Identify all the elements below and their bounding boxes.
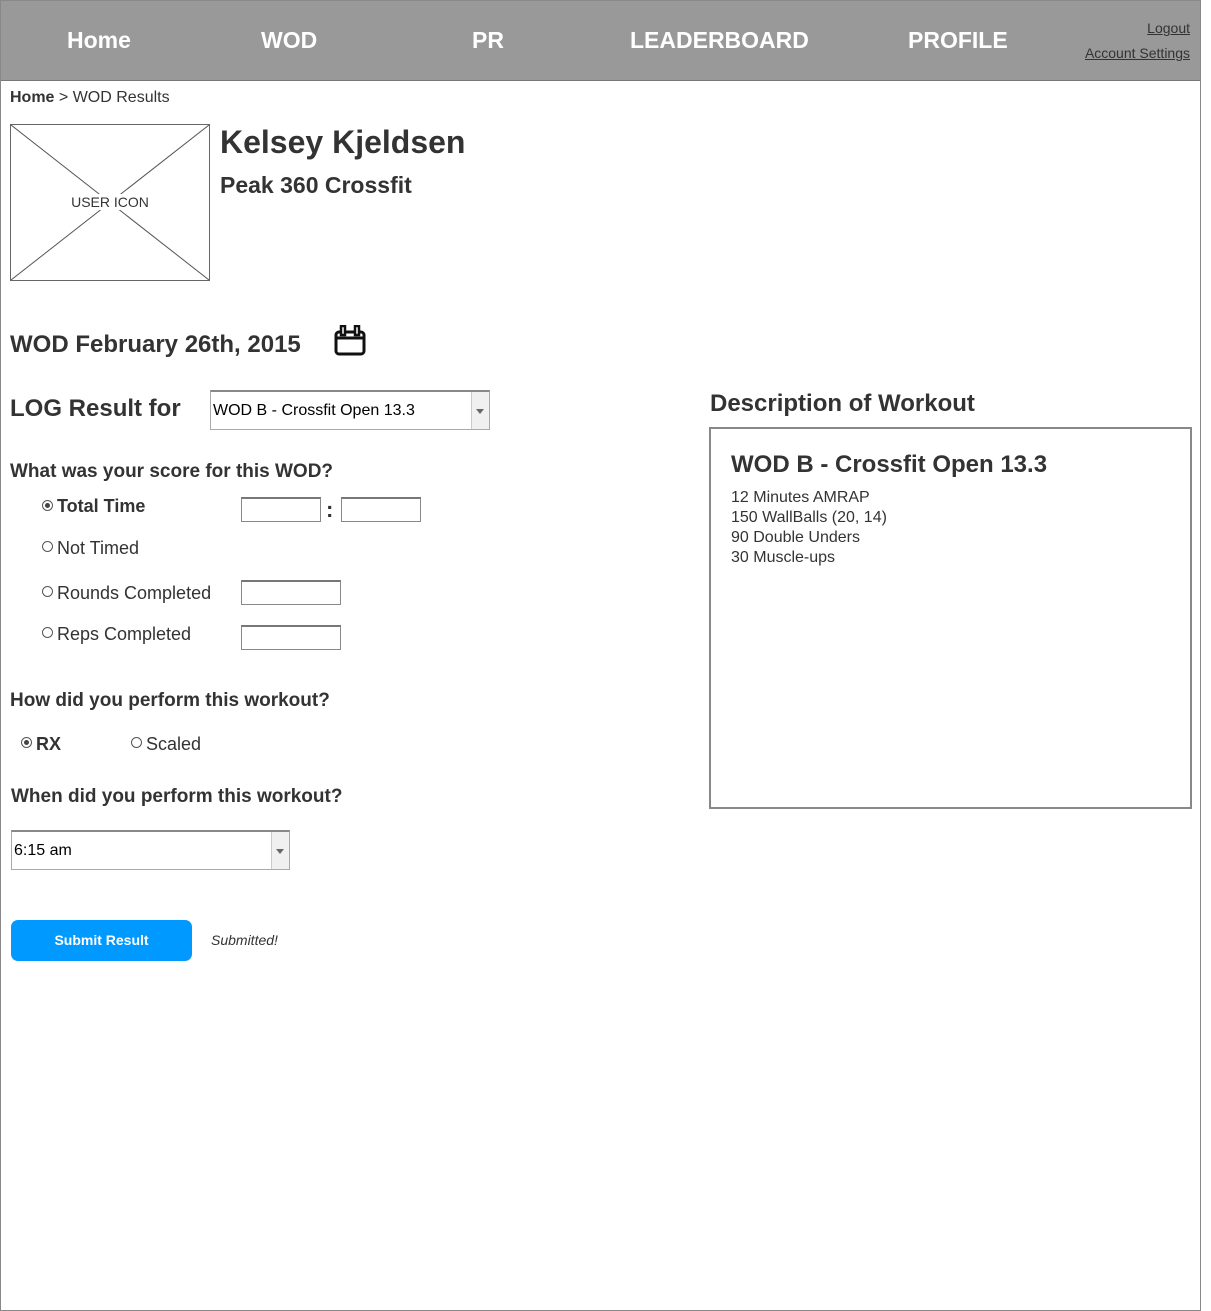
nav-wod[interactable]: WOD bbox=[261, 27, 317, 54]
nav-pr[interactable]: PR bbox=[472, 27, 504, 54]
label-scaled: Scaled bbox=[146, 734, 202, 754]
label-reps-completed: Reps Completed bbox=[57, 624, 192, 644]
time-seconds-input[interactable] bbox=[341, 497, 421, 522]
nav-profile[interactable]: PROFILE bbox=[908, 27, 1008, 54]
nav-leaderboard[interactable]: LEADERBOARD bbox=[630, 27, 809, 54]
submit-result-button[interactable]: Submit Result bbox=[11, 920, 192, 961]
radio-total-time[interactable] bbox=[42, 500, 53, 511]
wod-date-heading: WOD February 26th, 2015 bbox=[10, 331, 301, 358]
when-question: When did you perform this workout? bbox=[11, 786, 343, 807]
breadcrumb-home[interactable]: Home bbox=[10, 89, 54, 106]
radio-rounds-completed[interactable] bbox=[42, 586, 53, 597]
description-wod-name: WOD B - Crossfit Open 13.3 bbox=[731, 451, 1048, 478]
avatar-label: USER ICON bbox=[11, 194, 209, 210]
calendar-icon[interactable] bbox=[334, 325, 366, 357]
score-question: What was your score for this WOD? bbox=[10, 461, 334, 482]
radio-scaled[interactable] bbox=[131, 737, 142, 748]
log-result-label: LOG Result for bbox=[10, 395, 181, 422]
breadcrumb-separator: > bbox=[54, 89, 73, 106]
radio-rx[interactable] bbox=[21, 737, 32, 748]
performance-question: How did you perform this workout? bbox=[10, 690, 330, 711]
label-total-time: Total Time bbox=[57, 496, 146, 516]
avatar: USER ICON bbox=[10, 124, 210, 281]
breadcrumb: Home > WOD Results bbox=[10, 89, 170, 107]
radio-not-timed[interactable] bbox=[42, 541, 53, 552]
account-settings-link[interactable]: Account Settings bbox=[1085, 45, 1190, 61]
rounds-input[interactable] bbox=[241, 580, 341, 605]
description-line: 150 WallBalls (20, 14) bbox=[731, 509, 887, 526]
top-nav-bar: Home WOD PR LEADERBOARD PROFILE Logout A… bbox=[1, 1, 1200, 81]
time-minutes-input[interactable] bbox=[241, 497, 321, 522]
time-select[interactable]: 6:15 am bbox=[11, 830, 290, 870]
description-line: 12 Minutes AMRAP bbox=[731, 489, 870, 506]
user-name: Kelsey Kjeldsen bbox=[220, 124, 466, 160]
label-not-timed: Not Timed bbox=[57, 538, 140, 558]
description-title: Description of Workout bbox=[710, 390, 975, 417]
label-rx: RX bbox=[36, 734, 62, 754]
chevron-down-icon[interactable] bbox=[271, 832, 289, 869]
user-gym: Peak 360 Crossfit bbox=[220, 172, 412, 198]
description-line: 30 Muscle-ups bbox=[731, 549, 836, 566]
nav-home[interactable]: Home bbox=[67, 27, 131, 54]
description-box: WOD B - Crossfit Open 13.3 12 Minutes AM… bbox=[709, 427, 1192, 809]
time-select-value: 6:15 am bbox=[14, 842, 72, 859]
reps-input[interactable] bbox=[241, 625, 341, 650]
submit-status: Submitted! bbox=[211, 932, 278, 948]
logout-link[interactable]: Logout bbox=[1147, 20, 1190, 36]
avatar-label-text: USER ICON bbox=[69, 194, 151, 210]
wod-select[interactable]: WOD B - Crossfit Open 13.3 bbox=[210, 390, 490, 430]
label-rounds-completed: Rounds Completed bbox=[57, 583, 212, 603]
description-line: 90 Double Unders bbox=[731, 529, 860, 546]
chevron-down-icon[interactable] bbox=[471, 392, 489, 429]
time-separator: : bbox=[326, 497, 334, 522]
breadcrumb-current: WOD Results bbox=[72, 89, 170, 106]
description-lines: 12 Minutes AMRAP 150 WallBalls (20, 14) … bbox=[731, 488, 887, 568]
wod-select-value: WOD B - Crossfit Open 13.3 bbox=[213, 402, 415, 419]
radio-reps-completed[interactable] bbox=[42, 627, 53, 638]
